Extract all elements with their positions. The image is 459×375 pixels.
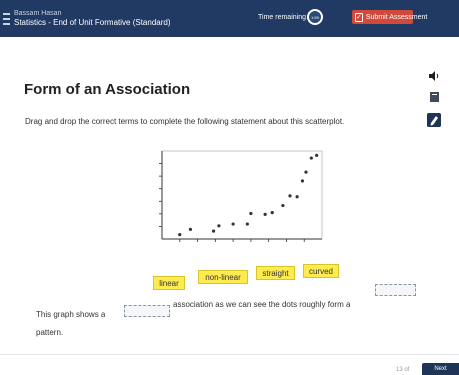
plot-frame (161, 150, 323, 240)
scatter-point (300, 179, 305, 183)
scatter-point (270, 211, 274, 215)
submit-assessment-button[interactable]: ✓ Submit Assessment (352, 10, 427, 24)
scatter-point (304, 170, 308, 174)
check-icon: ✓ (355, 12, 363, 22)
next-label: Next (434, 366, 447, 372)
scatter-point (295, 195, 299, 199)
term-label: non-linear (205, 272, 241, 282)
term-tile-curved[interactable]: curved (303, 264, 339, 278)
footer-divider (0, 354, 459, 355)
page-indicator: 13 of (396, 367, 410, 373)
drop-zone-2[interactable] (375, 284, 416, 296)
time-remaining-label: Time remaining (258, 14, 306, 21)
submit-label: Submit Assessment (365, 13, 428, 21)
scatter-point (245, 222, 249, 226)
scatter-point (231, 222, 235, 226)
term-tile-linear[interactable]: linear (153, 276, 185, 290)
scatter-point (217, 224, 221, 228)
scatter-point (249, 211, 253, 216)
drop-zone-1[interactable] (124, 305, 170, 317)
statement-part-2: association as we can see the dots rough… (173, 300, 351, 309)
next-button[interactable]: Next (422, 363, 459, 375)
pencil-icon[interactable] (427, 113, 441, 127)
scatter-point (309, 156, 313, 160)
statement-part-3: pattern. (36, 328, 64, 337)
scatter-point (315, 153, 319, 157)
timer-icon: 1:59 (307, 9, 323, 25)
scatterplot (159, 150, 323, 242)
statement-part-1: This graph shows a (36, 310, 106, 319)
term-label: curved (308, 266, 333, 276)
student-name: Bassam Hasan (14, 10, 62, 17)
menu-icon[interactable] (3, 13, 10, 25)
term-tile-non-linear[interactable]: non-linear (198, 270, 248, 284)
scatter-point (188, 227, 193, 231)
scatter-point (178, 233, 182, 237)
scatter-point (281, 203, 285, 208)
audio-icon[interactable] (428, 71, 440, 81)
top-bar: Bassam Hasan Statistics - End of Unit Fo… (0, 0, 459, 37)
bookmark-icon[interactable] (430, 92, 439, 102)
question-title: Form of an Association (24, 81, 191, 98)
assessment-title: Statistics - End of Unit Formative (Stan… (14, 18, 171, 27)
timer-value: 1:59 (311, 14, 319, 20)
instruction-text: Drag and drop the correct terms to compl… (25, 117, 345, 126)
scatter-point (263, 212, 267, 216)
term-label: straight (262, 268, 289, 278)
scatter-point (288, 194, 292, 198)
scatter-point (211, 229, 216, 233)
term-label: linear (159, 278, 179, 288)
term-tile-straight[interactable]: straight (256, 266, 295, 280)
